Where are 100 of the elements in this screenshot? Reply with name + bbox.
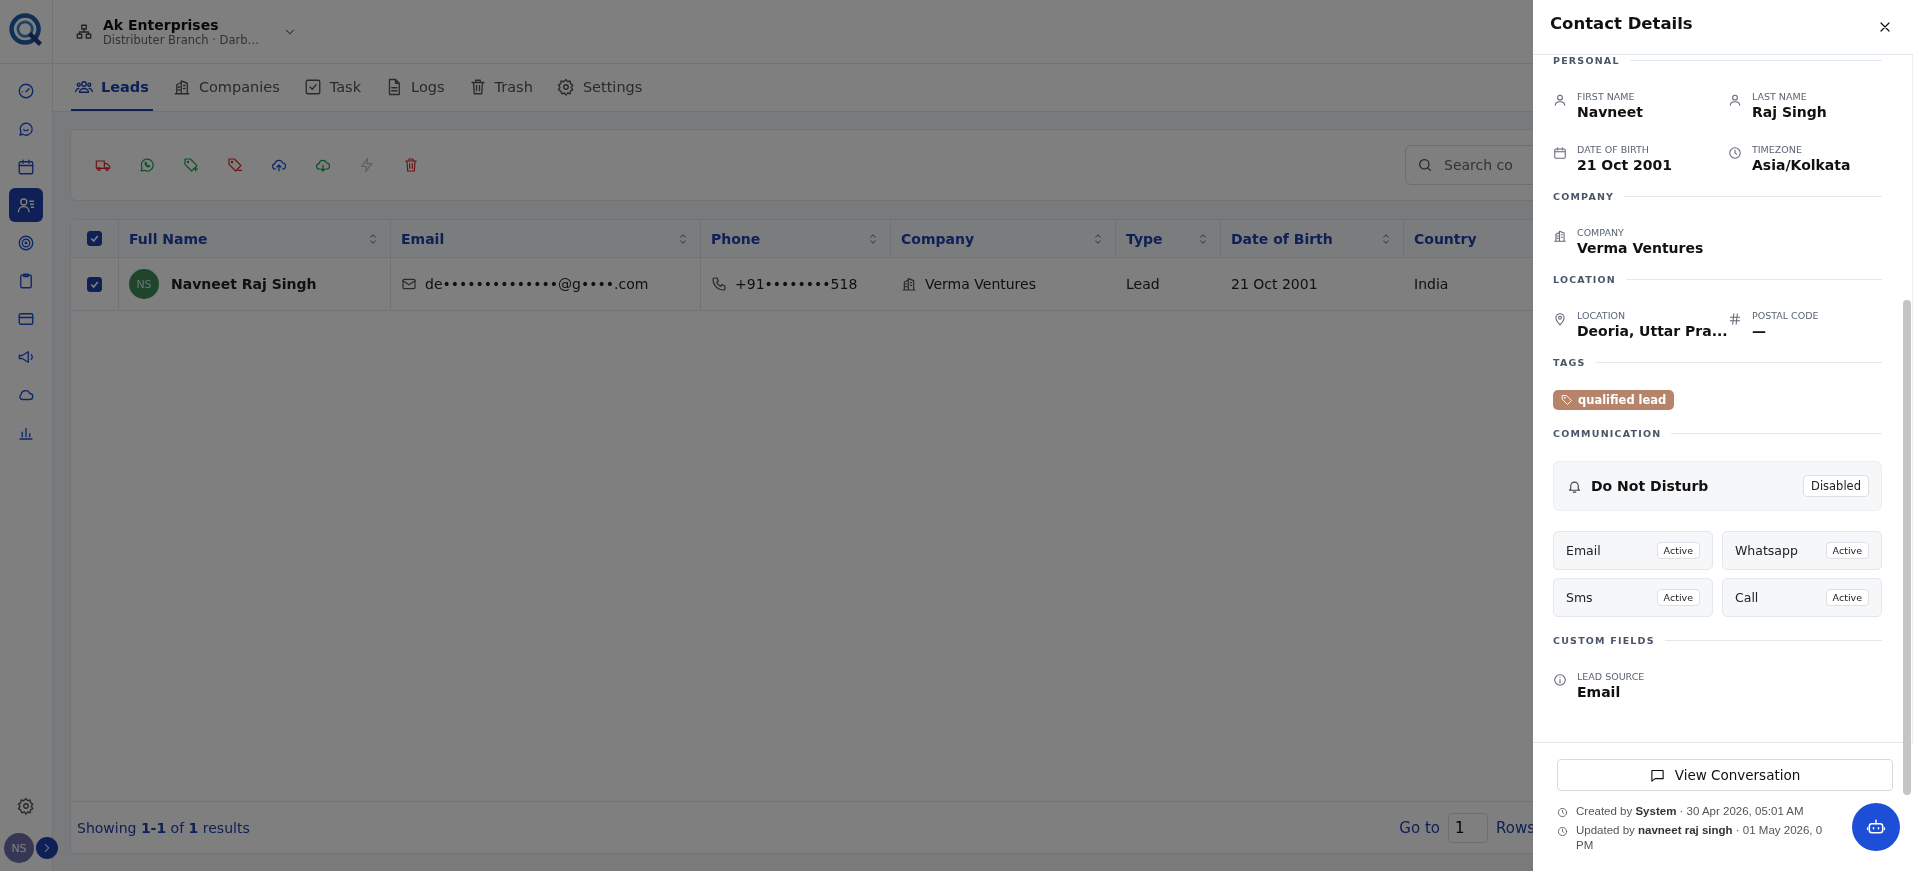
updated-info-tail: PM — [1576, 839, 1595, 851]
field-value: 21 Oct 2001 — [1577, 157, 1673, 173]
field-value: Asia/Kolkata — [1752, 157, 1851, 173]
settings-icon — [556, 77, 575, 96]
location-pin-icon — [1553, 312, 1567, 326]
table-cell: Navneet Raj Singh — [171, 276, 317, 292]
updated-info: Updated by navneet raj singh · 01 May 2026, 0 — [1576, 824, 1823, 836]
status-badge: Disabled — [1803, 475, 1869, 497]
field-label: TIMEZONE — [1752, 144, 1803, 155]
tab[interactable]: Trash — [464, 64, 537, 111]
table-cell: Verma Ventures — [925, 276, 1036, 292]
bell-icon — [1567, 478, 1582, 494]
goto-label: Go to — [1399, 818, 1440, 837]
section-heading: TAGS — [1553, 357, 1586, 368]
field-label: LOCATION — [1577, 310, 1626, 321]
rows-label: Rows — [1496, 818, 1535, 837]
search-icon — [1417, 157, 1433, 173]
organization-name: Ak Enterprises — [103, 16, 220, 33]
target-icon — [17, 234, 35, 252]
channel-name: Email — [1566, 543, 1601, 558]
tab[interactable]: Settings — [552, 64, 647, 111]
lightning-icon — [359, 157, 375, 173]
calendar-icon — [1553, 146, 1567, 160]
download-icon — [315, 157, 331, 173]
building-icon — [1553, 229, 1567, 243]
organization-switcher[interactable]: Ak Enterprises Distributer Branch · Darb… — [75, 16, 297, 47]
chat-icon — [17, 120, 35, 138]
sidebar-item[interactable] — [9, 188, 43, 222]
status-badge: Active — [1825, 542, 1869, 559]
mail-icon — [401, 276, 417, 292]
channel-name: Call — [1735, 590, 1759, 605]
clipboard-icon — [17, 272, 35, 290]
truck-icon — [95, 157, 111, 173]
status-badge: Active — [1825, 589, 1869, 606]
calendar-icon — [17, 158, 35, 176]
column-header[interactable]: Type — [1126, 230, 1163, 247]
field-value: Deoria, Uttar Pra... — [1577, 323, 1728, 339]
contacts-icon — [17, 196, 35, 214]
trash-icon — [468, 77, 487, 96]
hierarchy-icon — [75, 22, 93, 41]
table-cell: India — [1414, 276, 1449, 292]
info-icon — [1553, 673, 1567, 687]
field-label: COMPANY — [1577, 227, 1625, 238]
checkbox[interactable] — [87, 276, 102, 292]
channel-name: Whatsapp — [1735, 543, 1798, 558]
clock-icon — [1728, 146, 1742, 160]
table-cell: +91••••••••518 — [735, 276, 858, 292]
field-value: — — [1752, 323, 1767, 339]
robot-icon — [1866, 817, 1886, 837]
field-label: LAST NAME — [1752, 91, 1808, 102]
tab[interactable]: Companies — [168, 64, 284, 111]
status-badge: Active — [1656, 542, 1700, 559]
tag: qualified lead — [1553, 390, 1675, 410]
created-info: Created by System · 30 Apr 2026, 05:01 AM — [1576, 805, 1804, 817]
field-value: Verma Ventures — [1577, 240, 1704, 256]
column-header[interactable]: Company — [901, 230, 975, 247]
megaphone-icon — [17, 348, 35, 366]
page-input[interactable]: 1 — [1448, 812, 1488, 843]
card-icon — [17, 310, 35, 328]
drawer-title: Contact Details — [1550, 13, 1693, 33]
view-conversation-button[interactable]: View Conversation — [1557, 759, 1893, 791]
phone-icon — [711, 276, 727, 292]
contact-avatar: NS — [129, 269, 159, 299]
user-icon — [1728, 93, 1742, 107]
column-header[interactable]: Email — [401, 230, 445, 247]
section-heading: CUSTOM FIELDS — [1553, 635, 1655, 646]
table-cell: de••••••••••••••@g••••.com — [425, 276, 649, 292]
building-icon — [901, 276, 917, 292]
tag-plus-icon — [183, 157, 199, 173]
results-summary: Showing 1-1 of 1 results — [77, 819, 250, 836]
expand-button[interactable] — [36, 837, 58, 859]
clock-icon — [1557, 807, 1568, 818]
checkbox[interactable] — [87, 231, 102, 246]
checkbox-icon — [303, 77, 322, 96]
whatsapp-icon — [139, 157, 155, 173]
gauge-icon — [17, 82, 35, 100]
column-header[interactable]: Country — [1414, 230, 1477, 247]
message-icon — [1649, 767, 1665, 783]
channel-name: Sms — [1566, 590, 1593, 605]
column-header[interactable]: Phone — [711, 230, 761, 247]
section-heading: COMMUNICATION — [1553, 428, 1662, 439]
section-heading: PERSONAL — [1553, 55, 1620, 66]
tab[interactable]: Leads — [71, 64, 153, 111]
field-value: Raj Singh — [1752, 104, 1827, 120]
field-label: DATE OF BIRTH — [1577, 144, 1650, 155]
scrollbar[interactable] — [1903, 300, 1911, 795]
building-icon — [172, 77, 191, 96]
user-icon — [1553, 93, 1567, 107]
tag-minus-icon — [227, 157, 243, 173]
tab[interactable]: Logs — [381, 64, 449, 111]
table-cell: Lead — [1126, 276, 1160, 292]
column-header[interactable]: Full Name — [129, 230, 208, 247]
trash-icon — [403, 157, 419, 173]
organization-subtitle: Distributer Branch · Darb… — [103, 32, 259, 47]
tag-icon — [1561, 394, 1573, 406]
field-label: LEAD SOURCE — [1577, 671, 1645, 682]
field-label: FIRST NAME — [1577, 91, 1636, 102]
column-header[interactable]: Date of Birth — [1231, 230, 1333, 247]
tab[interactable]: Task — [299, 64, 366, 111]
user-avatar[interactable]: NS — [4, 833, 34, 863]
